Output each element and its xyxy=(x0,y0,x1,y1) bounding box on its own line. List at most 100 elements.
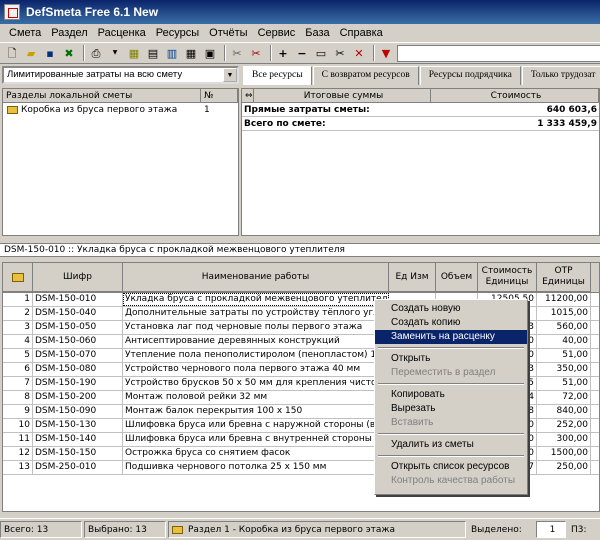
row-name: Установка лаг под черновые полы первого … xyxy=(123,321,389,334)
tab-labor-only[interactable]: Только трудозат xyxy=(521,66,600,85)
row-code: DSM-150-010 xyxy=(33,293,123,306)
totals-header-label[interactable]: Итоговые суммы xyxy=(254,89,431,102)
totals-label: Прямые затраты сметы: xyxy=(244,104,370,115)
status-p3: П3: xyxy=(571,524,587,535)
row-otr: 1015,00 xyxy=(537,307,591,320)
status-selected: Выбрано: 13 xyxy=(84,521,166,538)
row-code: DSM-150-070 xyxy=(33,349,123,362)
resource-tabs: Все ресурсы С возвратом ресурсов Ресурсы… xyxy=(243,66,600,85)
insert-icon[interactable]: ▭ xyxy=(313,45,329,61)
row-name: Подшивка чернового потолка 25 х 150 мм xyxy=(123,461,389,474)
grid-header-name[interactable]: Наименование работы xyxy=(123,263,389,292)
row-name: Утепление пола пенополистиролом (пенопла… xyxy=(125,349,389,362)
open-folder-icon[interactable]: ▰ xyxy=(23,45,39,61)
row-otr: 560,00 xyxy=(537,321,591,334)
context-menu-item[interactable]: Копировать xyxy=(375,388,527,402)
new-file-icon[interactable]: 🗋 xyxy=(4,45,20,61)
section-name: Коробка из бруса первого этажа xyxy=(21,105,178,115)
row-number: 2 xyxy=(3,307,33,320)
context-menu-item: Вставить xyxy=(391,417,434,428)
menu-baza[interactable]: База xyxy=(300,27,334,39)
table-icon[interactable]: ▦ xyxy=(183,45,199,61)
menu-resursy[interactable]: Ресурсы xyxy=(151,27,204,39)
row-code: DSM-150-090 xyxy=(33,405,123,418)
print-icon[interactable]: ⎙ xyxy=(88,45,104,61)
status-highlighted-label: Выделено: xyxy=(471,524,522,535)
row-otr: 51,00 xyxy=(537,377,591,390)
tab-contractor-resources[interactable]: Ресурсы подрядчика xyxy=(419,66,521,85)
search-input[interactable] xyxy=(397,45,600,62)
row-otr: 1500,00 xyxy=(537,447,591,460)
dropdown-icon[interactable]: ▼ xyxy=(107,45,123,61)
row-code: DSM-150-040 xyxy=(33,307,123,320)
row-number: 9 xyxy=(3,405,33,418)
row-number: 10 xyxy=(3,419,33,432)
grid-header-unit[interactable]: Ед Изм xyxy=(389,263,436,292)
totals-label: Всего по смете: xyxy=(244,118,326,129)
menu-razdel[interactable]: Раздел xyxy=(46,27,92,39)
resources-icon[interactable]: ▦ xyxy=(126,45,142,61)
context-menu-item[interactable]: Вырезать xyxy=(375,402,527,416)
grid-header-code[interactable]: Шифр xyxy=(33,263,123,292)
row-number: 12 xyxy=(3,447,33,460)
grid-icon[interactable]: ▤ xyxy=(145,45,161,61)
save-icon[interactable]: ▪ xyxy=(42,45,58,61)
folder-icon xyxy=(7,106,18,114)
row-number: 7 xyxy=(3,377,33,390)
status-highlighted-value: 1 xyxy=(536,521,566,538)
cut-row-icon[interactable]: ✂ xyxy=(332,45,348,61)
totals-header-value[interactable]: Стоимость xyxy=(431,89,599,102)
delete-icon[interactable]: ✕ xyxy=(351,45,367,61)
row-code: DSM-150-190 xyxy=(33,377,123,390)
cost-filter-combo[interactable]: Лимитированные затраты на всю смету ▼ xyxy=(2,66,239,84)
row-number: 1 xyxy=(3,293,33,306)
cut-icon[interactable]: ✂ xyxy=(248,45,264,61)
menu-spravka[interactable]: Справка xyxy=(335,27,388,39)
row-name: Антисептирование деревянных конструкций xyxy=(123,335,389,348)
tab-return-resources[interactable]: С возвратом ресурсов xyxy=(312,66,419,85)
menu-rascenka[interactable]: Расценка xyxy=(93,27,151,39)
totals-panel: ⇔ Итоговые суммы Стоимость Прямые затрат… xyxy=(241,88,600,236)
filter-icon[interactable]: ▼ xyxy=(378,45,394,61)
context-menu-item[interactable]: Удалить из сметы xyxy=(375,438,527,452)
menu-separator xyxy=(375,452,527,460)
grid-header-otr[interactable]: ОТР Единицы xyxy=(537,263,591,292)
menu-otchety[interactable]: Отчёты xyxy=(204,27,252,39)
grid-header-volume[interactable]: Объем xyxy=(436,263,478,292)
tab-all-resources[interactable]: Все ресурсы xyxy=(243,66,312,85)
chart-icon[interactable]: ▥ xyxy=(164,45,180,61)
context-menu-item[interactable]: Открыть xyxy=(375,352,527,366)
cost-filter-value: Лимитированные затраты на всю смету xyxy=(7,69,183,80)
chevron-down-icon[interactable]: ▼ xyxy=(223,68,237,82)
context-menu-item[interactable]: Создать копию xyxy=(375,316,527,330)
status-total: Всего: 13 xyxy=(0,521,82,538)
sections-header-name[interactable]: Разделы локальной сметы xyxy=(3,89,201,102)
row-name: Монтаж половой рейки 32 мм xyxy=(123,391,389,404)
sections-header: Разделы локальной сметы № xyxy=(3,89,238,103)
excel-icon[interactable]: ✖ xyxy=(61,45,77,61)
calculator-icon[interactable]: ▣ xyxy=(202,45,218,61)
row-name: Дополнительные затраты по устройству тёп… xyxy=(123,307,389,320)
context-menu: Создать новую Создать копию Заменить на ра… xyxy=(374,299,528,495)
row-name: Шлифовка бруса или бревна с наружной сто… xyxy=(125,419,389,432)
context-menu-item[interactable]: Создать новую xyxy=(375,302,527,316)
context-menu-item[interactable]: Открыть список ресурсов xyxy=(375,460,527,474)
context-menu-item[interactable]: Заменить на расценку xyxy=(375,330,527,344)
row-otr: 252,00 xyxy=(537,419,591,432)
totals-value: 640 603,6 xyxy=(546,104,597,115)
sections-header-num[interactable]: № xyxy=(201,89,238,102)
add-icon[interactable]: + xyxy=(275,45,291,61)
sections-panel: Разделы локальной сметы № Коробка из бру… xyxy=(2,88,239,236)
title-bar: DefSmeta Free 6.1 New xyxy=(0,0,600,24)
folder-icon[interactable] xyxy=(3,263,33,292)
row-code: DSM-250-010 xyxy=(33,461,123,474)
row-code: DSM-150-140 xyxy=(33,433,123,446)
menu-servis[interactable]: Сервис xyxy=(253,27,301,39)
menu-smeta[interactable]: Смета xyxy=(4,27,46,39)
section-row[interactable]: Коробка из бруса первого этажа 1 xyxy=(3,103,238,117)
minus-icon[interactable]: − xyxy=(294,45,310,61)
totals-row: Прямые затраты сметы: 640 603,6 xyxy=(242,103,599,117)
row-number: 8 xyxy=(3,391,33,404)
grid-header-cost[interactable]: Стоимость Единицы xyxy=(478,263,537,292)
tools-icon[interactable]: ✂ xyxy=(229,45,245,61)
